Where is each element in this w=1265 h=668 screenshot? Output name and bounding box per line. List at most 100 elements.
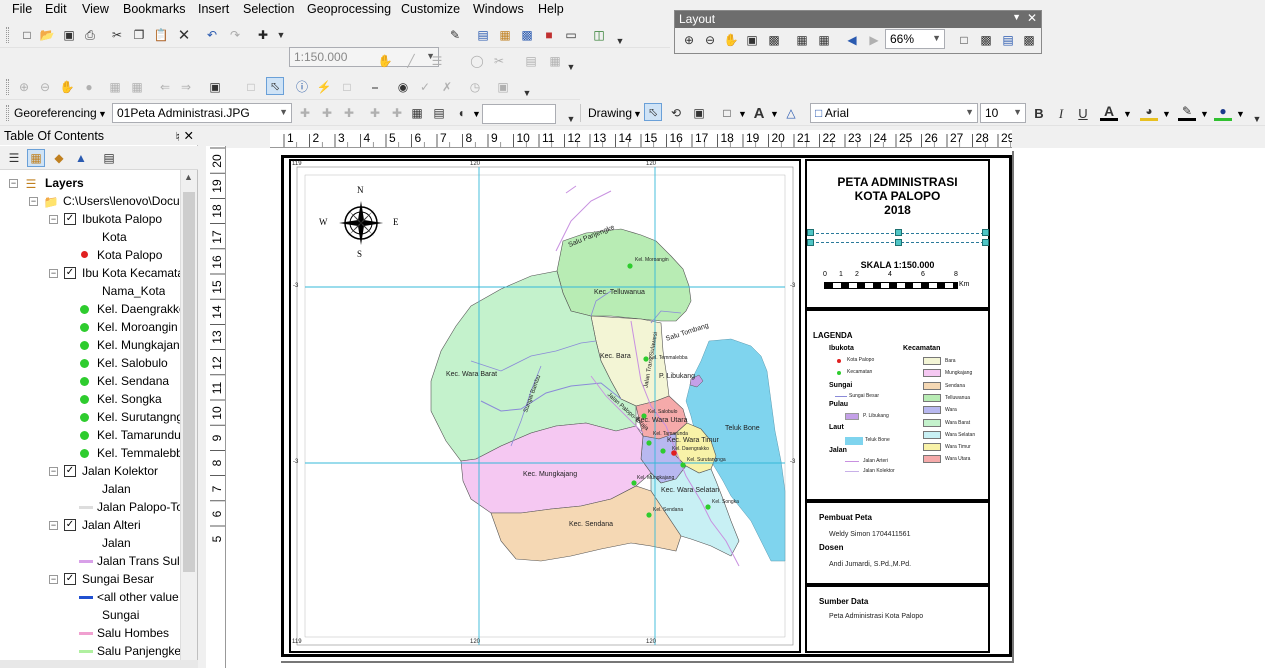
green-point-symbol[interactable]: [80, 341, 89, 350]
data-frame[interactable]: 119 120 120 119 120 120 -3 -3 -3 -3 N S …: [289, 159, 801, 653]
georeferencing-menu[interactable]: Georeferencing: [14, 106, 97, 120]
resize-handle[interactable]: [895, 229, 902, 236]
measure-icon[interactable]: ⎯: [366, 78, 384, 96]
toc-class-all-other[interactable]: <all other value: [97, 590, 179, 604]
open-folder-icon[interactable]: 📂: [38, 26, 56, 44]
toc-layer-sungai-besar[interactable]: Sungai Besar: [82, 572, 154, 586]
toc-layer-ibukota-palopo[interactable]: Ibukota Palopo: [82, 212, 162, 226]
toc-class-songka[interactable]: Kel. Songka: [97, 392, 162, 406]
zoom-to-selected-icon[interactable]: ▣: [690, 104, 708, 122]
layout-page[interactable]: 119 120 120 119 120 120 -3 -3 -3 -3 N S …: [281, 151, 1014, 663]
legend-panel[interactable]: LAGENDA Ibukota Kota Palopo Kecamatan Su…: [805, 309, 990, 501]
line-symbol[interactable]: [79, 632, 93, 635]
green-point-symbol[interactable]: [80, 323, 89, 332]
list-by-source-icon[interactable]: ▦: [27, 149, 45, 167]
drawing-menu[interactable]: Drawing: [588, 106, 632, 120]
view-link-table-icon[interactable]: ▦: [408, 104, 426, 122]
fixed-zoom-in-icon[interactable]: ▦: [106, 78, 124, 96]
new-document-icon[interactable]: □: [18, 26, 36, 44]
clear-selection-icon[interactable]: □: [242, 78, 260, 96]
font-size-combo[interactable]: 10 ▼: [980, 103, 1026, 123]
modelbuilder-icon[interactable]: ◫: [590, 26, 608, 44]
collapse-icon[interactable]: −: [49, 467, 58, 476]
collapse-icon[interactable]: −: [49, 521, 58, 530]
collapse-icon[interactable]: −: [49, 269, 58, 278]
pin-icon[interactable]: ♮: [176, 129, 180, 144]
fill-color-icon[interactable]: ◕: [1140, 103, 1158, 121]
select-elements-icon[interactable]: ⬁: [266, 77, 284, 95]
delete-icon[interactable]: ✕: [175, 26, 193, 44]
scroll-up-icon[interactable]: ▲: [184, 172, 193, 182]
auto-adjust-icon[interactable]: ◖: [452, 104, 470, 122]
toc-layers[interactable]: Layers: [45, 176, 84, 190]
menu-edit[interactable]: Edit: [45, 2, 67, 16]
straight-segment-icon[interactable]: ╱: [402, 52, 420, 70]
rectangle-dropdown-icon[interactable]: ▼: [738, 109, 747, 119]
rectangle-icon[interactable]: □: [718, 104, 736, 122]
layout-toolbar-title[interactable]: Layout ▼ ✕: [675, 11, 1041, 28]
zoom-100-icon[interactable]: ▩: [765, 31, 783, 49]
line-color-dropdown-icon[interactable]: ▼: [1200, 109, 1209, 119]
view-unreferenced-icon[interactable]: ▤: [430, 104, 448, 122]
redo-icon[interactable]: ↷: [226, 26, 244, 44]
change-layout-icon[interactable]: ▤: [999, 31, 1017, 49]
menu-view[interactable]: View: [82, 2, 109, 16]
add-data-icon[interactable]: ✚: [254, 26, 272, 44]
font-color-dropdown-icon[interactable]: ▼: [1123, 109, 1132, 119]
green-point-symbol[interactable]: [80, 431, 89, 440]
fill-color-dropdown-icon[interactable]: ▼: [1162, 109, 1171, 119]
back-extent-icon[interactable]: ◀: [843, 31, 861, 49]
resize-handle[interactable]: [807, 229, 814, 236]
marker-color-dropdown-icon[interactable]: ▼: [1236, 109, 1245, 119]
shift-icon[interactable]: ✚: [318, 104, 336, 122]
green-point-symbol[interactable]: [80, 305, 89, 314]
toolbar-overflow-icon[interactable]: ▼: [611, 32, 629, 50]
paste-icon[interactable]: 📋: [152, 26, 170, 44]
resize-handle[interactable]: [807, 239, 814, 246]
layer-visibility-checkbox[interactable]: ✓: [64, 213, 76, 225]
toc-scrollbar[interactable]: ▲: [180, 170, 197, 668]
toc-class-salu-hombes[interactable]: Salu Hombes: [97, 626, 169, 640]
toc-class-temmalebba[interactable]: Kel. Temmalebb: [97, 446, 180, 460]
scrollbar-thumb[interactable]: [183, 192, 195, 572]
arctoolbox-icon[interactable]: ■: [540, 26, 558, 44]
menu-geoprocessing[interactable]: Geoprocessing: [307, 2, 391, 16]
select-elements-icon[interactable]: ⬁: [644, 103, 662, 121]
add-data-dropdown-icon[interactable]: ▼: [272, 26, 290, 44]
layout-menu-icon[interactable]: ▼: [1012, 12, 1021, 22]
add-control-points-icon[interactable]: ✚: [366, 104, 384, 122]
green-point-symbol[interactable]: [80, 377, 89, 386]
fixed-zoom-out-icon[interactable]: ▦: [815, 31, 833, 49]
toc-class-tamarunda[interactable]: Kel. Tamarundu: [97, 428, 180, 442]
scale-bar[interactable]: [824, 282, 958, 289]
search-window-icon[interactable]: ▩: [518, 26, 536, 44]
sketch-icon[interactable]: ☰: [428, 52, 446, 70]
toc-class-kota-palopo[interactable]: Kota Palopo: [97, 248, 162, 262]
drawing-dropdown-icon[interactable]: ▼: [633, 109, 642, 119]
toolbar-overflow-icon[interactable]: ▼: [1248, 110, 1265, 128]
line-symbol[interactable]: [79, 506, 93, 509]
font-color-button[interactable]: A: [1100, 103, 1118, 121]
layer-visibility-checkbox[interactable]: ✓: [64, 465, 76, 477]
cut-icon[interactable]: ✂: [108, 26, 126, 44]
line-symbol[interactable]: [79, 596, 93, 599]
full-extent-icon[interactable]: ●: [80, 78, 98, 96]
attributes-icon[interactable]: ▤: [522, 52, 540, 70]
transparency-input[interactable]: [482, 104, 556, 124]
list-by-visibility-icon[interactable]: ◆: [50, 149, 68, 167]
toc-class-jalan-trans[interactable]: Jalan Trans Sula: [97, 554, 180, 568]
toc-class-jalan-palopo[interactable]: Jalan Palopo-To: [97, 500, 180, 514]
html-popup-icon[interactable]: □: [338, 78, 356, 96]
source-panel[interactable]: Sumber Data Peta Administrasi Kota Palop…: [805, 585, 990, 653]
list-by-selection-icon[interactable]: ▲: [72, 149, 90, 167]
toc-class-moroangin[interactable]: Kel. Moroangin: [97, 320, 178, 334]
italic-button[interactable]: I: [1052, 104, 1070, 122]
go-back-icon[interactable]: ⇐: [156, 78, 174, 96]
edit-vertices-icon[interactable]: △: [782, 104, 800, 122]
toolbar-overflow-icon[interactable]: ▼: [562, 58, 580, 76]
georef-layer-combo[interactable]: 01Peta Administrasi.JPG ▼: [112, 103, 292, 123]
layer-visibility-checkbox[interactable]: ✓: [64, 573, 76, 585]
text-icon[interactable]: A: [750, 104, 768, 122]
identify-icon[interactable]: ⓘ: [293, 78, 311, 96]
green-point-symbol[interactable]: [80, 395, 89, 404]
